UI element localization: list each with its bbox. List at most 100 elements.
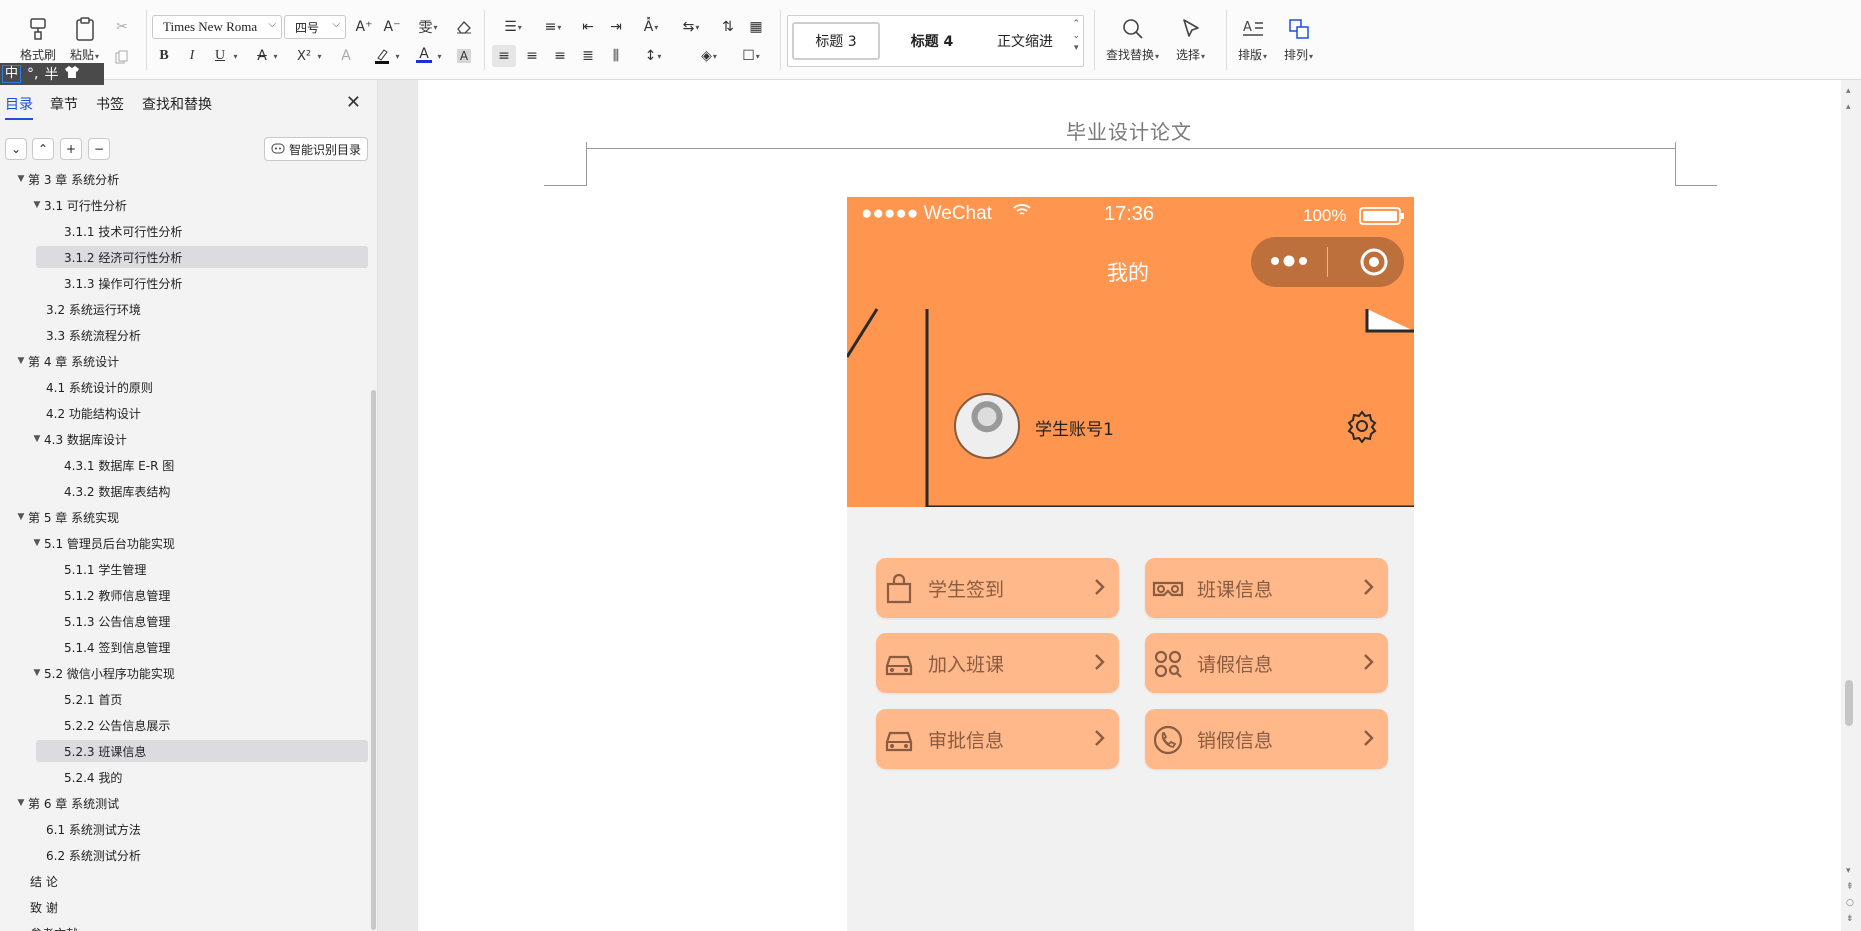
remove-heading-button[interactable]: −	[88, 138, 110, 160]
align-right-button[interactable]: ≡	[548, 45, 572, 67]
feature-card[interactable]: 审批信息	[876, 709, 1119, 769]
toc-item[interactable]: 3.1.3 操作可行性分析	[48, 272, 182, 294]
tab-bookmarks[interactable]: 书签	[96, 94, 124, 114]
chevron-down-icon[interactable]: ▾	[312, 45, 326, 67]
cut-icon[interactable]: ✂	[110, 16, 134, 38]
shrink-font-icon[interactable]: A⁻	[380, 16, 404, 38]
layout-button[interactable]: A 排版▾	[1238, 14, 1267, 63]
toc-item[interactable]: ▼ 4.3 数据库设计	[30, 428, 127, 450]
format-painter-button[interactable]: 格式刷	[20, 14, 56, 63]
grow-font-icon[interactable]: A⁺	[352, 16, 376, 38]
toc-item[interactable]: 4.3.1 数据库 E-R 图	[48, 454, 174, 476]
chevron-down-icon[interactable]: ▾	[432, 45, 446, 67]
find-replace-button[interactable]: 查找替换▾	[1106, 14, 1159, 63]
toc-item[interactable]: 致 谢	[14, 896, 58, 918]
chevron-down-icon[interactable]: ▾	[390, 45, 404, 67]
close-miniprogram-icon[interactable]	[1359, 247, 1389, 281]
toc-item[interactable]: 3.2 系统运行环境	[30, 298, 141, 320]
avatar[interactable]	[954, 393, 1020, 459]
smart-toc-button[interactable]: 智能识别目录	[264, 137, 368, 161]
gear-icon[interactable]	[1345, 409, 1379, 447]
ime-width[interactable]: 半	[44, 64, 58, 84]
line-spacing-icon[interactable]: ↕ ▾	[636, 45, 670, 67]
feature-card[interactable]: 请假信息	[1145, 633, 1388, 693]
align-left-button[interactable]: ≡	[492, 45, 516, 67]
toc-item[interactable]: 5.2.1 首页	[48, 688, 122, 710]
next-page-icon[interactable]: ⇟	[1846, 914, 1854, 924]
expand-arrow-icon[interactable]: ▼	[14, 798, 28, 808]
text-direction-icon[interactable]: ⇆ ▾	[674, 16, 708, 38]
toc-item[interactable]: 5.1.3 公告信息管理	[48, 610, 170, 632]
document-scrollbar[interactable]: ▴ ▴ ▾ ⇞ ○ ⇟	[1841, 80, 1861, 931]
arrange-button[interactable]: 排列▾	[1284, 14, 1313, 63]
feature-card[interactable]: 加入班课	[876, 633, 1119, 693]
toc-item[interactable]: ▼ 第 5 章 系统实现	[14, 506, 120, 528]
feature-card[interactable]: 班课信息	[1145, 558, 1388, 618]
tab-chapters[interactable]: 章节	[50, 94, 78, 114]
collapse-up-button[interactable]: ⌃	[32, 138, 54, 160]
toc-item[interactable]: 6.2 系统测试分析	[30, 844, 141, 866]
toc-item[interactable]: 5.2.2 公告信息展示	[48, 714, 170, 736]
feature-card[interactable]: 学生签到	[876, 558, 1119, 618]
toc-item[interactable]: 参考文献	[14, 922, 78, 931]
toc-item[interactable]: 4.3.2 数据库表结构	[48, 480, 170, 502]
expand-arrow-icon[interactable]: ▼	[30, 538, 44, 548]
align-center-button[interactable]: ≡	[520, 45, 544, 67]
tshirt-skin-icon[interactable]	[64, 65, 80, 83]
toc-item[interactable]: 3.1.2 经济可行性分析	[36, 246, 368, 268]
bold-button[interactable]: B	[152, 45, 176, 67]
numbered-list-icon[interactable]: ≡ ▾	[536, 16, 570, 38]
toc-item[interactable]: ▼ 第 3 章 系统分析	[14, 168, 120, 190]
scroll-up-icon[interactable]: ▴	[1846, 86, 1851, 96]
toc-item[interactable]: 3.3 系统流程分析	[30, 324, 141, 346]
toc-item[interactable]: ▼ 5.1 管理员后台功能实现	[30, 532, 175, 554]
increase-indent-icon[interactable]: ⇥	[604, 16, 628, 38]
style-body-indent[interactable]: 正文缩进	[984, 22, 1066, 60]
chevron-down-icon[interactable]: ▾	[228, 45, 242, 67]
toc-item[interactable]: 6.1 系统测试方法	[30, 818, 141, 840]
ime-punctuation[interactable]: °,	[27, 66, 38, 82]
tab-toc[interactable]: 目录	[5, 94, 33, 120]
toc-item[interactable]: ▼ 5.2 微信小程序功能实现	[30, 662, 175, 684]
select-browse-icon[interactable]: ○	[1846, 898, 1854, 908]
chevron-down-icon[interactable]: ▾	[95, 52, 99, 61]
toc-item[interactable]: ▼ 第 6 章 系统测试	[14, 792, 120, 814]
collapse-down-button[interactable]: ⌄	[5, 138, 27, 160]
more-dots-icon[interactable]	[1269, 250, 1309, 276]
gallery-scroll[interactable]: ⌃ ⌄ ▾	[1072, 18, 1080, 54]
expand-arrow-icon[interactable]: ▼	[14, 174, 28, 184]
toc-item[interactable]: ▼ 第 4 章 系统设计	[14, 350, 120, 372]
tab-find-replace[interactable]: 查找和替换	[142, 94, 212, 114]
toc-item[interactable]: 5.1.2 教师信息管理	[48, 584, 170, 606]
font-size-select[interactable]: 四号 ⌵	[284, 15, 346, 39]
italic-button[interactable]: I	[180, 45, 204, 67]
bullet-list-icon[interactable]: ☰ ▾	[496, 16, 530, 38]
expand-arrow-icon[interactable]: ▼	[14, 356, 28, 366]
expand-arrow-icon[interactable]: ▼	[30, 668, 44, 678]
toc-item[interactable]: 5.2.3 班课信息	[36, 740, 368, 762]
scroll-down-icon[interactable]: ▾	[1846, 866, 1851, 876]
chinese-layout-icon[interactable]: A̽ ▾	[634, 16, 668, 38]
toc-item[interactable]: 3.1.1 技术可行性分析	[48, 220, 182, 242]
border-icon[interactable]: ☐ ▾	[734, 45, 768, 67]
character-shading-button[interactable]: A	[452, 45, 476, 67]
phonetic-guide-icon[interactable]: 雯 ▾	[412, 16, 444, 38]
style-heading-4[interactable]: 标题 4	[892, 22, 972, 60]
justify-button[interactable]: ≣	[576, 45, 600, 67]
miniprogram-capsule[interactable]	[1251, 237, 1404, 287]
sort-icon[interactable]: ⇅	[716, 16, 740, 38]
distributed-align-button[interactable]: ⫼	[604, 45, 628, 67]
show-marks-icon[interactable]: ▦	[744, 16, 768, 38]
toc-item[interactable]: 5.1.4 签到信息管理	[48, 636, 170, 658]
chevron-down-icon[interactable]: ▾	[268, 45, 282, 67]
text-effect-icon[interactable]: A	[334, 45, 358, 67]
paste-button[interactable]: 粘贴▾	[70, 14, 99, 63]
select-button[interactable]: 选择▾	[1176, 14, 1205, 63]
expand-arrow-icon[interactable]: ▼	[30, 200, 44, 210]
add-heading-button[interactable]: +	[60, 138, 82, 160]
toc-item[interactable]: 4.2 功能结构设计	[30, 402, 141, 424]
expand-arrow-icon[interactable]: ▼	[30, 434, 44, 444]
toc-item[interactable]: ▼ 3.1 可行性分析	[30, 194, 127, 216]
toc-item[interactable]: 5.2.4 我的	[48, 766, 122, 788]
style-heading-3[interactable]: 标题 3	[792, 22, 880, 60]
